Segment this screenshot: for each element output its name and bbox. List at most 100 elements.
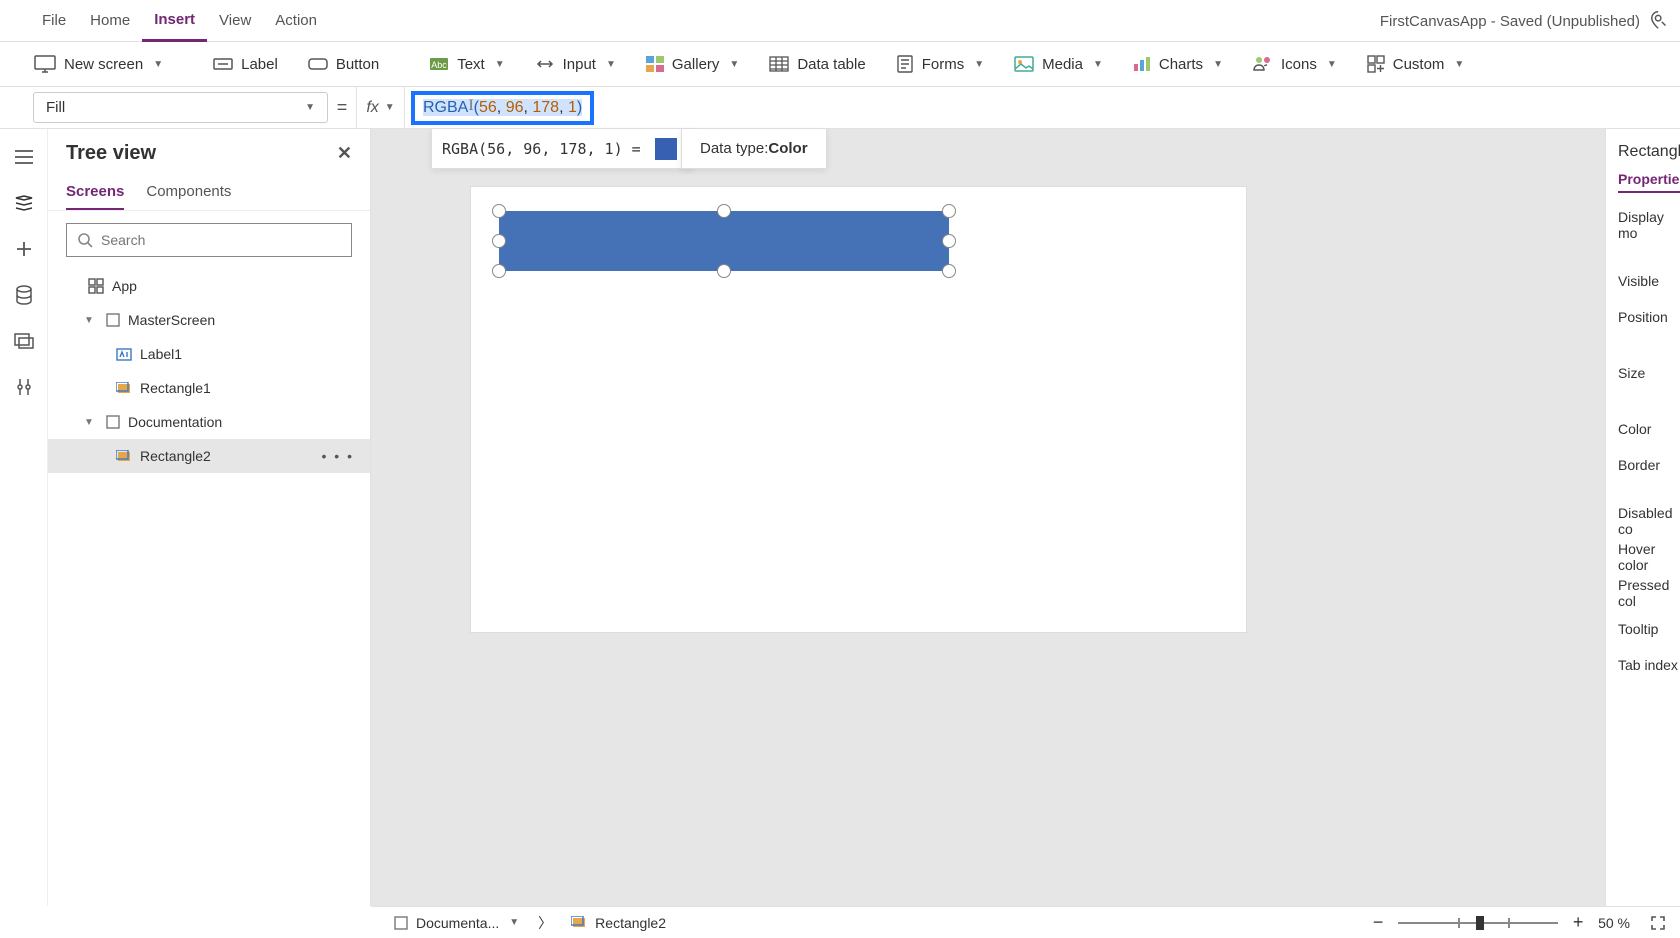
ribbon-gallery[interactable]: Gallery ▼ [632, 46, 753, 82]
rail-insert-icon[interactable] [10, 235, 38, 263]
prop-border[interactable]: Border [1618, 447, 1680, 483]
charts-icon [1133, 56, 1151, 72]
chevron-right-icon: 〉 [538, 913, 552, 933]
chevron-down-icon: ▼ [606, 59, 616, 70]
tree-item-masterscreen[interactable]: ▼ MasterScreen [48, 303, 370, 337]
rail-hamburger-icon[interactable] [10, 143, 38, 171]
formula-result-text: RGBA(56, 96, 178, 1) = [442, 140, 641, 158]
chevron-down-icon: ▼ [1327, 59, 1337, 70]
tree-item-documentation[interactable]: ▼ Documentation [48, 405, 370, 439]
formula-input[interactable]: RGBAI(56, 96, 178, 1) [404, 87, 1680, 128]
datatype-label: Data type: [700, 140, 768, 157]
fx-label: fx [366, 99, 378, 117]
input-icon [535, 56, 555, 72]
ribbon-text[interactable]: Abc Text ▼ [415, 46, 518, 82]
zoom-slider[interactable] [1398, 913, 1558, 933]
prop-disabled-color[interactable]: Disabled co [1618, 503, 1680, 539]
chevron-down-icon[interactable]: ▼ [84, 315, 98, 326]
ribbon-new-screen[interactable]: New screen ▼ [20, 46, 177, 82]
prop-hover-color[interactable]: Hover color [1618, 539, 1680, 575]
chevron-down-icon: ▼ [305, 102, 315, 113]
slider-thumb[interactable] [1476, 916, 1484, 930]
search-input[interactable] [66, 223, 352, 257]
menu-home[interactable]: Home [78, 0, 142, 42]
ribbon-input[interactable]: Input ▼ [521, 46, 630, 82]
ribbon-input-label: Input [563, 56, 596, 73]
prop-pressed-color[interactable]: Pressed col [1618, 575, 1680, 611]
rail-tools-icon[interactable] [10, 373, 38, 401]
resize-handle-sw[interactable] [492, 264, 506, 278]
screen-icon [106, 415, 120, 429]
breadcrumb-screen[interactable]: Documenta... ▼ [385, 910, 528, 936]
media-icon [1014, 56, 1034, 72]
canvas-area[interactable]: RGBA(56, 96, 178, 1) = Data type: Color [371, 129, 1605, 906]
prop-display-mode[interactable]: Display mo [1618, 207, 1680, 243]
tree-item-app[interactable]: App [48, 269, 370, 303]
breadcrumb-screen-label: Documenta... [416, 915, 499, 931]
prop-visible[interactable]: Visible [1618, 263, 1680, 299]
ribbon-icons[interactable]: Icons ▼ [1239, 46, 1351, 82]
tab-screens[interactable]: Screens [66, 177, 124, 210]
more-icon[interactable]: • • • [322, 448, 354, 464]
tree-item-label1[interactable]: Label1 [48, 337, 370, 371]
chevron-down-icon: ▼ [729, 59, 739, 70]
rail-media-icon[interactable] [10, 327, 38, 355]
equals-sign: = [328, 87, 356, 128]
prop-position[interactable]: Position [1618, 299, 1680, 335]
zoom-in-button[interactable]: + [1568, 912, 1588, 933]
resize-handle-ne[interactable] [942, 204, 956, 218]
menubar: File Home Insert View Action FirstCanvas… [0, 0, 1680, 42]
resize-handle-n[interactable] [717, 204, 731, 218]
fx-button[interactable]: fx ▼ [356, 87, 404, 128]
tree-item-rectangle2[interactable]: Rectangle2 • • • [48, 439, 370, 473]
resize-handle-se[interactable] [942, 264, 956, 278]
fullscreen-icon[interactable] [1650, 915, 1666, 931]
prop-tab-index[interactable]: Tab index [1618, 647, 1680, 683]
zoom-controls: − + 50 % [1368, 912, 1666, 933]
resize-handle-s[interactable] [717, 264, 731, 278]
tree-item-rectangle1[interactable]: Rectangle1 [48, 371, 370, 405]
menu-action[interactable]: Action [263, 0, 329, 42]
property-selector[interactable]: Fill ▼ [33, 92, 328, 123]
formula-result: RGBA(56, 96, 178, 1) = [431, 129, 694, 169]
ribbon-custom[interactable]: Custom ▼ [1353, 46, 1479, 82]
resize-handle-e[interactable] [942, 234, 956, 248]
menu-view[interactable]: View [207, 0, 263, 42]
properties-panel: Rectangle Properties Display mo Visible … [1605, 129, 1680, 906]
ribbon-media-label: Media [1042, 56, 1083, 73]
search-field[interactable] [101, 232, 341, 248]
ribbon-data-table[interactable]: Data table [755, 46, 879, 82]
prop-color[interactable]: Color [1618, 411, 1680, 447]
rail-data-icon[interactable] [10, 281, 38, 309]
chevron-down-icon[interactable]: ▼ [84, 417, 98, 428]
ribbon-forms[interactable]: Forms ▼ [882, 46, 998, 82]
ribbon-button[interactable]: Button [294, 46, 393, 82]
breadcrumb-control[interactable]: Rectangle2 [562, 910, 675, 936]
app-checker-icon[interactable] [1646, 6, 1674, 34]
formula-text: RGBAI(56, 96, 178, 1) [411, 91, 594, 125]
tab-properties[interactable]: Properties [1618, 171, 1680, 193]
prop-size[interactable]: Size [1618, 355, 1680, 391]
tree-item-label: Rectangle2 [140, 448, 211, 464]
ribbon-charts[interactable]: Charts ▼ [1119, 46, 1237, 82]
chevron-down-icon: ▼ [974, 59, 984, 70]
ribbon-icons-label: Icons [1281, 56, 1317, 73]
close-icon[interactable]: ✕ [337, 143, 352, 164]
ribbon-media[interactable]: Media ▼ [1000, 46, 1117, 82]
tree-item-label: Documentation [128, 414, 222, 430]
resize-handle-w[interactable] [492, 234, 506, 248]
menu-insert[interactable]: Insert [142, 0, 207, 42]
menu-file[interactable]: File [30, 0, 78, 42]
tab-components[interactable]: Components [146, 177, 231, 210]
resize-handle-nw[interactable] [492, 204, 506, 218]
text-icon: Abc [429, 56, 449, 72]
rail-tree-view-icon[interactable] [10, 189, 38, 217]
selected-rectangle[interactable] [499, 211, 949, 271]
ribbon-label[interactable]: Label [199, 46, 292, 82]
prop-tooltip[interactable]: Tooltip [1618, 611, 1680, 647]
device-preview[interactable] [471, 187, 1246, 632]
tree-view-panel: Tree view ✕ Screens Components App ▼ Mas… [48, 129, 371, 906]
zoom-out-button[interactable]: − [1368, 912, 1388, 933]
chevron-down-icon: ▼ [153, 59, 163, 70]
data-table-icon [769, 56, 789, 72]
